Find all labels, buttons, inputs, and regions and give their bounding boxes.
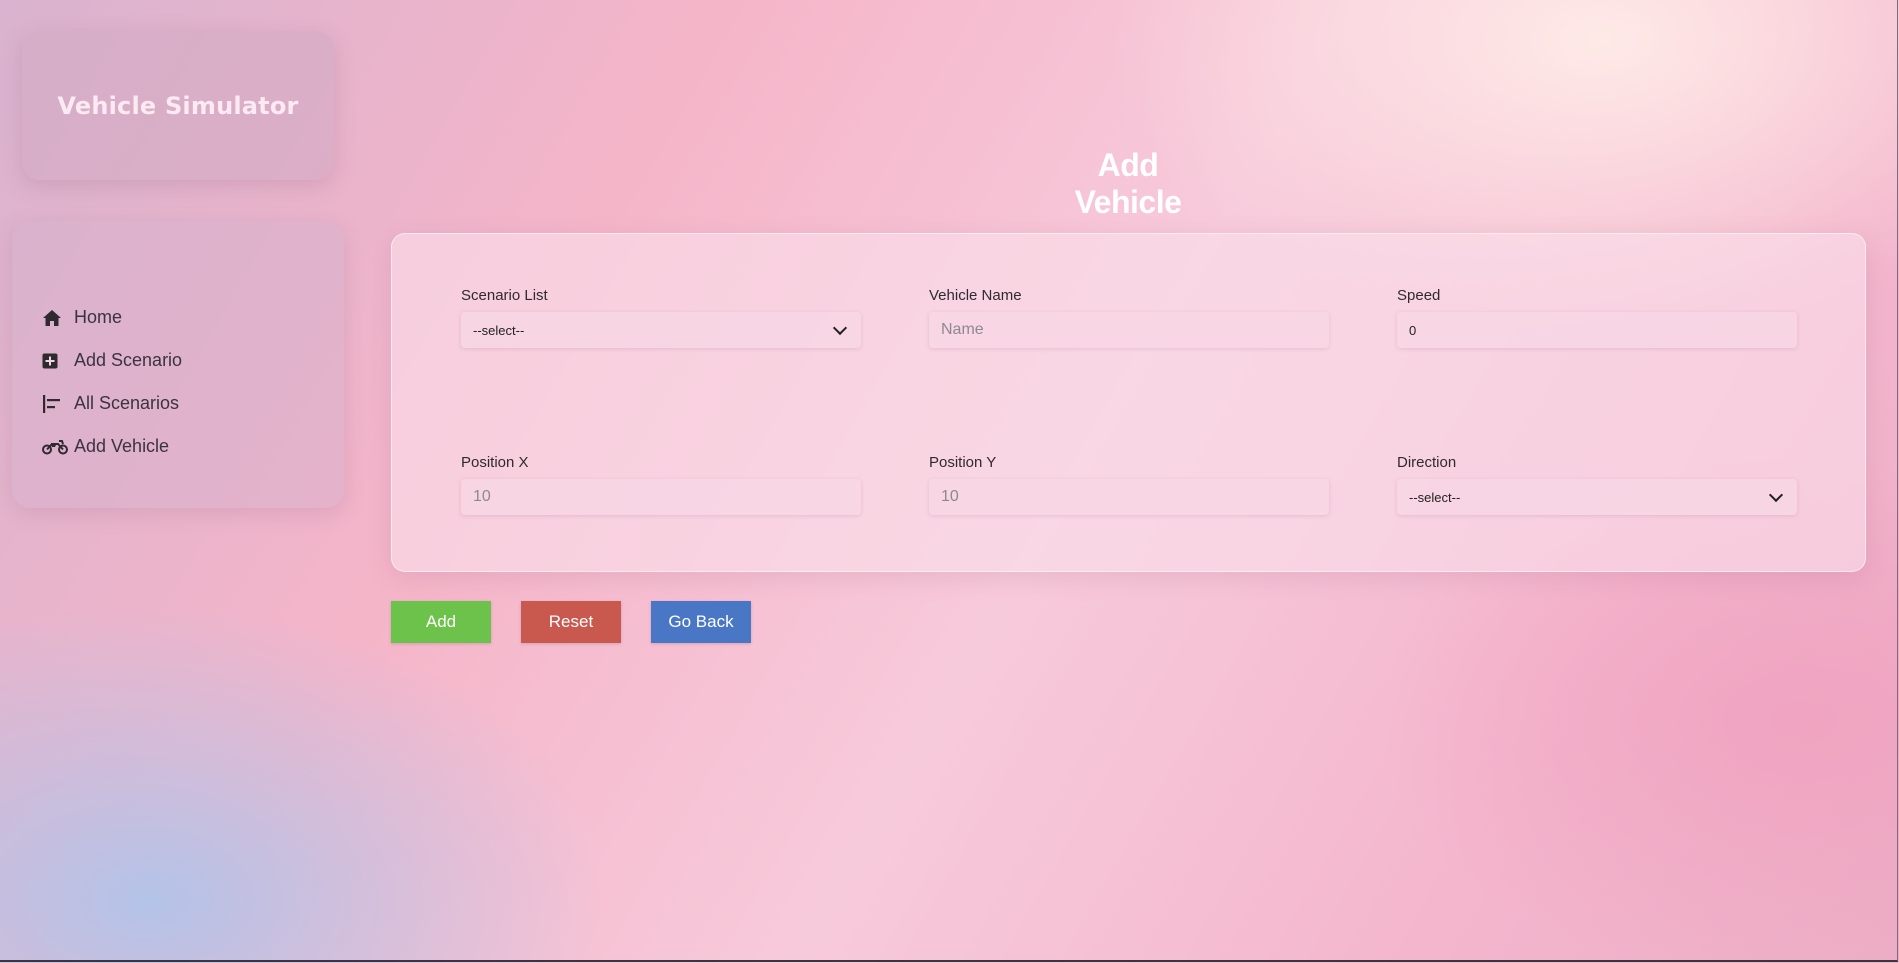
position-x-input[interactable] xyxy=(461,479,861,515)
position-y-label: Position Y xyxy=(929,454,997,471)
direction-select[interactable]: --select-- xyxy=(1397,479,1797,515)
chevron-down-icon xyxy=(1768,487,1784,503)
add-vehicle-form: Scenario List --select-- Vehicle Name Sp… xyxy=(391,233,1866,572)
scenario-list-label: Scenario List xyxy=(461,287,548,304)
speed-field: Speed xyxy=(1397,287,1797,348)
scenario-list-field: Scenario List --select-- xyxy=(461,287,861,348)
direction-selected-value: --select-- xyxy=(1409,489,1461,505)
go-back-button[interactable]: Go Back xyxy=(651,601,751,643)
sidebar-nav-list: Home Add Scenario All Scenarios Add Vehi… xyxy=(42,296,182,468)
sidebar-item-add-vehicle[interactable]: Add Vehicle xyxy=(42,425,182,468)
vehicle-name-input[interactable] xyxy=(929,312,1329,348)
direction-label: Direction xyxy=(1397,454,1457,471)
vehicle-name-field: Vehicle Name xyxy=(929,287,1329,348)
motorcycle-icon xyxy=(42,436,68,458)
speed-label: Speed xyxy=(1397,287,1441,304)
brand-title: Vehicle Simulator xyxy=(57,91,299,120)
sidebar-item-label: Add Scenario xyxy=(74,350,183,370)
home-icon xyxy=(42,307,68,329)
sidebar-nav: Home Add Scenario All Scenarios Add Vehi… xyxy=(12,221,344,508)
sidebar-item-label: All Scenarios xyxy=(74,393,180,413)
position-x-label: Position X xyxy=(461,454,529,471)
align-left-icon xyxy=(42,393,68,415)
scenario-list-selected-value: --select-- xyxy=(473,322,525,338)
brand-card: Vehicle Simulator xyxy=(22,31,334,180)
direction-field: Direction --select-- xyxy=(1397,454,1797,515)
sidebar-item-all-scenarios[interactable]: All Scenarios xyxy=(42,382,182,425)
add-button[interactable]: Add xyxy=(391,601,491,643)
sidebar-item-label: Add Vehicle xyxy=(74,436,170,456)
chevron-down-icon xyxy=(832,320,848,336)
reset-button[interactable]: Reset xyxy=(521,601,621,643)
position-x-field: Position X xyxy=(461,454,861,515)
vehicle-name-label: Vehicle Name xyxy=(929,287,1022,304)
scenario-list-select[interactable]: --select-- xyxy=(461,312,861,348)
sidebar-item-label: Home xyxy=(74,307,123,327)
position-y-input[interactable] xyxy=(929,479,1329,515)
speed-input[interactable] xyxy=(1397,312,1797,348)
plus-square-icon xyxy=(42,350,68,372)
sidebar-item-home[interactable]: Home xyxy=(42,296,182,339)
position-y-field: Position Y xyxy=(929,454,1329,515)
sidebar-item-add-scenario[interactable]: Add Scenario xyxy=(42,339,182,382)
page-title: Add Vehicle xyxy=(1074,147,1182,221)
